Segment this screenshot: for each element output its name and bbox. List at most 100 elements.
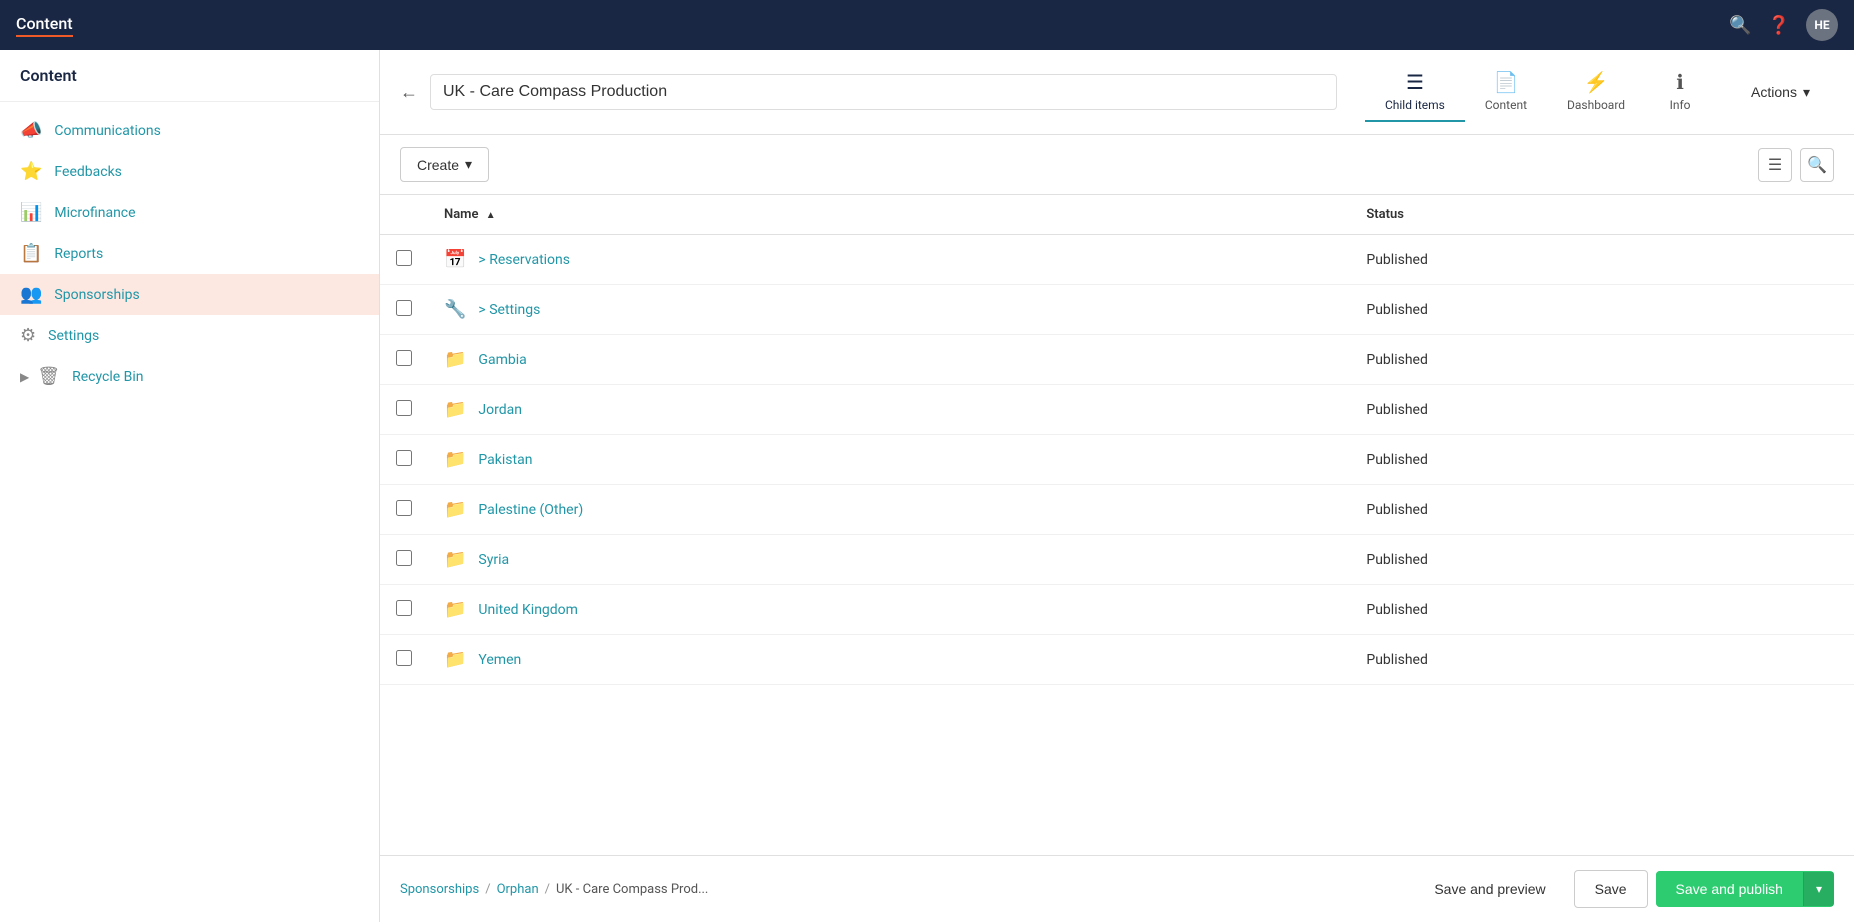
tab-child-items[interactable]: ☰ Child items (1365, 62, 1465, 122)
row-checkbox-cell (380, 285, 428, 335)
sidebar-item-label: Communications (54, 123, 160, 139)
sidebar-item-feedbacks[interactable]: ⭐ Feedbacks (0, 151, 379, 192)
folder-icon: 📁 (444, 399, 466, 420)
create-chevron-icon: ▾ (465, 156, 472, 173)
save-publish-dropdown-button[interactable]: ▾ (1803, 872, 1834, 906)
create-button[interactable]: Create ▾ (400, 147, 489, 182)
expand-icon: ▶ (20, 370, 29, 384)
dashboard-icon: ⚡ (1584, 70, 1609, 94)
row-checkbox[interactable] (396, 600, 412, 616)
footer: Sponsorships / Orphan / UK - Care Compas… (380, 855, 1854, 922)
tab-label: Dashboard (1567, 98, 1625, 112)
help-icon[interactable]: ❓ (1768, 15, 1790, 36)
create-label: Create (417, 157, 459, 173)
breadcrumb-sponsorships[interactable]: Sponsorships (400, 882, 479, 897)
save-publish-button-group: Save and publish ▾ (1656, 871, 1834, 907)
row-name-cell: 📁 Pakistan (428, 435, 1350, 485)
app-title: Content (16, 14, 73, 37)
row-checkbox[interactable] (396, 400, 412, 416)
folder-icon: 📁 (444, 449, 466, 470)
row-checkbox[interactable] (396, 550, 412, 566)
item-name-link[interactable]: > Reservations (478, 252, 570, 268)
list-view-button[interactable]: ☰ (1758, 148, 1792, 182)
user-avatar[interactable]: HE (1806, 9, 1838, 41)
table-row: 📁 Yemen Published (380, 635, 1854, 685)
back-button[interactable]: ← (400, 82, 418, 103)
node-header: ← ☰ Child items 📄 Content ⚡ Dashboard ℹ … (380, 50, 1854, 135)
row-status-cell: Published (1350, 585, 1854, 635)
row-checkbox-cell (380, 635, 428, 685)
table-row: 📁 Jordan Published (380, 385, 1854, 435)
row-name-cell: 📅 > Reservations (428, 235, 1350, 285)
row-checkbox[interactable] (396, 650, 412, 666)
sidebar-item-label: Feedbacks (54, 164, 121, 180)
sort-asc-icon: ▲ (486, 210, 496, 221)
save-publish-chevron-icon: ▾ (1816, 882, 1822, 896)
row-checkbox[interactable] (396, 300, 412, 316)
item-name-link[interactable]: Palestine (Other) (478, 502, 583, 518)
table-header-row: Name ▲ Status (380, 195, 1854, 235)
row-checkbox-cell (380, 235, 428, 285)
table-row: 📁 Palestine (Other) Published (380, 485, 1854, 535)
row-name-cell: 📁 United Kingdom (428, 585, 1350, 635)
row-name-cell: 📁 Jordan (428, 385, 1350, 435)
content-toolbar: Create ▾ ☰ 🔍 (380, 135, 1854, 195)
table-body: 📅 > Reservations Published 🔧 > Settings … (380, 235, 1854, 685)
sidebar-item-microfinance[interactable]: 📊 Microfinance (0, 192, 379, 233)
breadcrumb-orphan[interactable]: Orphan (497, 882, 539, 897)
item-name-link[interactable]: Pakistan (478, 452, 532, 468)
checkbox-col-header (380, 195, 428, 235)
save-button[interactable]: Save (1574, 870, 1648, 908)
row-name-cell: 🔧 > Settings (428, 285, 1350, 335)
folder-icon: 📁 (444, 499, 466, 520)
row-status-cell: Published (1350, 335, 1854, 385)
row-checkbox-cell (380, 335, 428, 385)
sidebar-item-label: Reports (54, 246, 103, 262)
row-checkbox-cell (380, 585, 428, 635)
sidebar-item-sponsorships[interactable]: 👥 Sponsorships (0, 274, 379, 315)
row-checkbox[interactable] (396, 250, 412, 266)
row-name-cell: 📁 Syria (428, 535, 1350, 585)
status-column-header: Status (1350, 195, 1854, 235)
sidebar-item-settings[interactable]: ⚙ Settings (0, 315, 379, 356)
item-name-link[interactable]: > Settings (478, 302, 540, 318)
row-checkbox[interactable] (396, 500, 412, 516)
item-name-link[interactable]: Syria (478, 552, 509, 568)
name-column-header[interactable]: Name ▲ (428, 195, 1350, 235)
breadcrumb: Sponsorships / Orphan / UK - Care Compas… (400, 882, 708, 897)
search-icon: 🔍 (1807, 155, 1827, 175)
item-name-link[interactable]: Gambia (478, 352, 526, 368)
tab-info[interactable]: ℹ Info (1645, 62, 1715, 122)
recycle-bin-icon: 🗑 (37, 366, 60, 387)
item-name-link[interactable]: Yemen (478, 652, 521, 668)
tab-label: Child items (1385, 98, 1445, 112)
content-icon: 📄 (1493, 70, 1518, 94)
sidebar-item-recycle-bin[interactable]: ▶ 🗑 Recycle Bin (0, 356, 379, 397)
reports-icon: 📋 (20, 243, 42, 264)
save-preview-button[interactable]: Save and preview (1414, 871, 1565, 907)
tab-content[interactable]: 📄 Content (1465, 62, 1547, 122)
search-icon[interactable]: 🔍 (1729, 15, 1751, 36)
actions-button[interactable]: Actions ▾ (1735, 76, 1826, 109)
row-status-cell: Published (1350, 635, 1854, 685)
table-row: 📅 > Reservations Published (380, 235, 1854, 285)
node-title-input[interactable] (430, 74, 1337, 110)
row-name-cell: 📁 Palestine (Other) (428, 485, 1350, 535)
tab-dashboard[interactable]: ⚡ Dashboard (1547, 62, 1645, 122)
tab-bar: ☰ Child items 📄 Content ⚡ Dashboard ℹ In… (1357, 62, 1834, 122)
row-status-cell: Published (1350, 535, 1854, 585)
sidebar-item-label: Microfinance (54, 205, 135, 221)
wrench-icon: 🔧 (444, 299, 466, 320)
row-checkbox-cell (380, 385, 428, 435)
row-checkbox[interactable] (396, 450, 412, 466)
item-name-link[interactable]: Jordan (478, 402, 522, 418)
sidebar-item-label: Settings (48, 328, 99, 344)
folder-icon: 📁 (444, 349, 466, 370)
row-checkbox[interactable] (396, 350, 412, 366)
sidebar-item-communications[interactable]: 📣 Communications (0, 110, 379, 151)
save-publish-main-button[interactable]: Save and publish (1656, 871, 1803, 907)
search-button[interactable]: 🔍 (1800, 148, 1834, 182)
sidebar-item-reports[interactable]: 📋 Reports (0, 233, 379, 274)
item-name-link[interactable]: United Kingdom (478, 602, 578, 618)
row-status-cell: Published (1350, 435, 1854, 485)
